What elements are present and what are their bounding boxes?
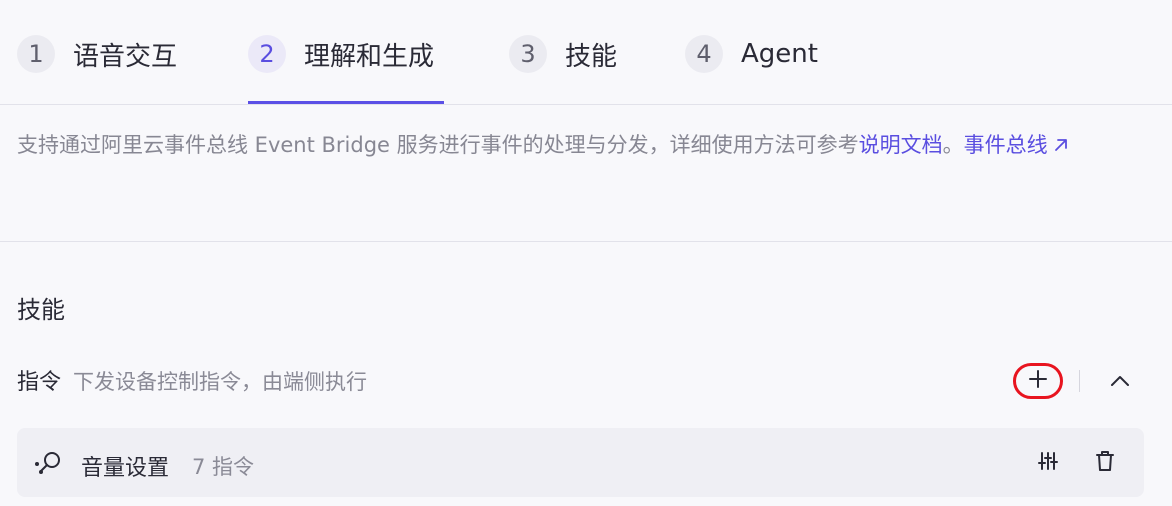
command-title: 指令 [17,370,62,395]
event-bus-link[interactable]: 事件总线 [964,133,1070,157]
description-separator: 。 [942,133,964,157]
step-label: 技能 [565,41,618,72]
skill-settings-button[interactable] [1035,450,1061,476]
step-label: 理解和生成 [304,41,435,72]
step-number: 4 [685,35,723,73]
section-title: 技能 [17,296,65,324]
sliders-icon [1037,450,1059,476]
chevron-up-icon [1110,372,1130,391]
tab-voice-interaction[interactable]: 1 语音交互 [17,32,177,76]
step-label: Agent [741,39,818,69]
tab-understanding-generation[interactable]: 2 理解和生成 [248,32,434,76]
event-bus-link-label: 事件总线 [963,133,1048,157]
tab-agent[interactable]: 4 Agent [685,32,818,76]
page: 1 语音交互 2 理解和生成 3 技能 4 Agent 支持通过阿里云事件总线 … [0,0,1172,506]
step-label: 语音交互 [73,41,178,72]
active-tab-indicator [248,101,444,104]
description-text: 支持通过阿里云事件总线 Event Bridge 服务进行事件的处理与分发，详细… [17,133,859,157]
step-number: 3 [509,35,547,73]
toolbar-divider [1079,370,1080,392]
skill-name: 音量设置 [81,456,170,481]
section-divider [0,241,1172,242]
trash-icon [1095,450,1115,476]
step-tabs: 1 语音交互 2 理解和生成 3 技能 4 Agent [0,0,1172,105]
command-description: 下发设备控制指令，由端侧执行 [73,370,368,394]
add-command-button[interactable] [1013,363,1063,399]
doc-link[interactable]: 说明文档 [859,133,943,157]
skill-node-icon [34,450,64,480]
skill-card[interactable]: 音量设置 7 指令 [17,428,1144,497]
collapse-button[interactable] [1104,367,1136,395]
skill-delete-button[interactable] [1092,450,1118,476]
step-number: 2 [248,35,286,73]
skill-command-count: 7 指令 [192,455,255,479]
plus-icon [1028,369,1048,393]
step-number: 1 [17,35,55,73]
event-bridge-description: 支持通过阿里云事件总线 Event Bridge 服务进行事件的处理与分发，详细… [17,126,1147,166]
command-header: 指令 下发设备控制指令，由端侧执行 [17,364,367,396]
external-link-icon [1052,128,1070,166]
tab-skills[interactable]: 3 技能 [509,32,617,76]
